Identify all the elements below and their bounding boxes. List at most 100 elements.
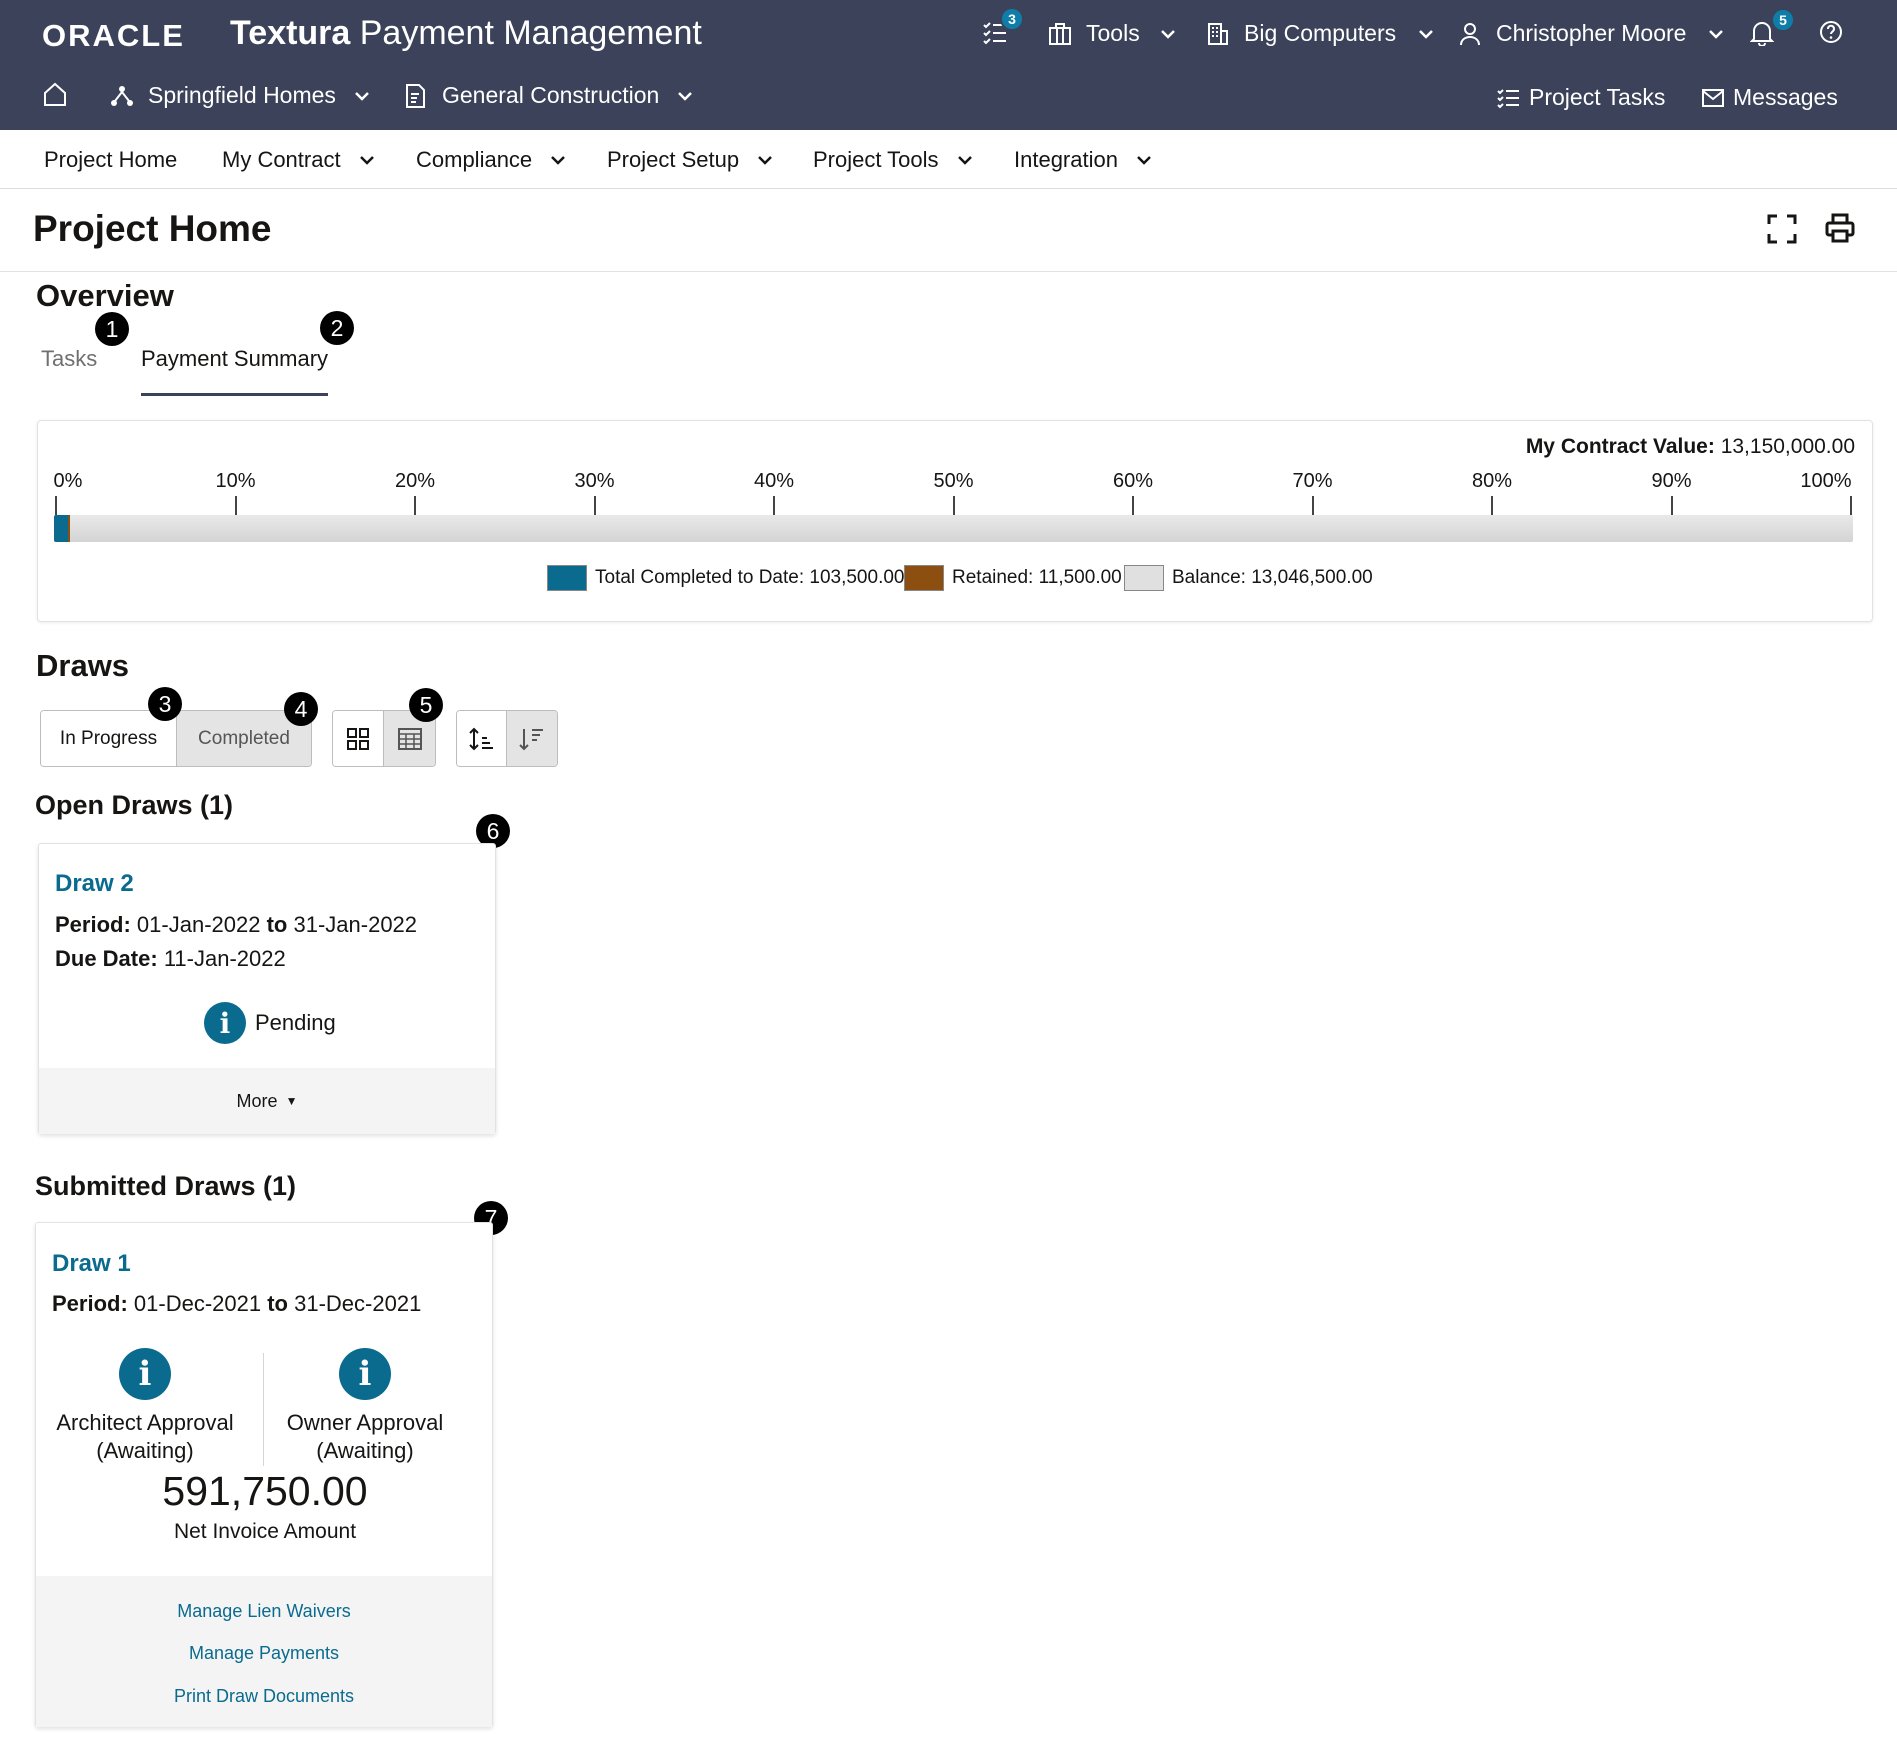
project-selector[interactable]: Springfield Homes (110, 82, 370, 109)
owner-approval: i Owner Approval (Awaiting) (266, 1348, 464, 1464)
company-menu[interactable]: Big Computers (1206, 20, 1434, 47)
axis-tick-label: 60% (1112, 470, 1154, 492)
callout-marker-2: 2 (320, 311, 354, 345)
owner-approval-status: (Awaiting) (316, 1438, 414, 1463)
nav-integration[interactable]: Integration (1014, 130, 1152, 189)
building-icon (1206, 22, 1230, 46)
fullscreen-button[interactable] (1767, 214, 1797, 244)
nav-project-tools-label: Project Tools (813, 146, 939, 172)
tasks-count-badge: 3 (1000, 7, 1024, 31)
axis-tick-label: 20% (394, 470, 436, 492)
draw-2-status: i Pending (204, 1002, 336, 1044)
draw-1-link[interactable]: Draw 1 (52, 1250, 131, 1278)
contract-selector[interactable]: General Construction (404, 82, 693, 109)
sort-ascending-button[interactable] (457, 711, 507, 766)
period-start: 01-Dec-2021 (133, 1291, 262, 1316)
axis-tick-label: 10% (215, 470, 256, 492)
manage-lien-waivers-link[interactable]: Manage Lien Waivers (36, 1601, 492, 1622)
sort-descending-button[interactable] (507, 711, 557, 766)
legend-completed-label: Total Completed to Date: 103,500.00 (595, 567, 905, 588)
project-tasks-link[interactable]: Project Tasks (1497, 84, 1665, 111)
open-draw-card-footer: More ▼ (39, 1068, 495, 1134)
approval-divider (263, 1353, 264, 1466)
period-label: Period: (55, 912, 131, 937)
legend-retained: Retained: 11,500.00 (904, 565, 1122, 591)
legend-balance-swatch (1124, 565, 1164, 591)
period-to: to (267, 1291, 288, 1316)
notifications-count-badge: 5 (1771, 8, 1795, 32)
callout-marker-4: 4 (284, 692, 318, 726)
chevron-down-icon (1136, 155, 1152, 165)
envelope-icon (1701, 88, 1725, 108)
draw-2-link[interactable]: Draw 2 (55, 870, 134, 898)
period-end: 31-Jan-2022 (293, 912, 418, 937)
axis-tick-mark (414, 496, 416, 515)
axis-tick-mark (55, 496, 57, 515)
user-menu[interactable]: Christopher Moore (1458, 20, 1724, 47)
app-title-bold: Textura (230, 14, 351, 52)
submitted-draws-heading: Submitted Draws (1) (35, 1171, 297, 1201)
project-network-icon (110, 84, 134, 108)
nav-my-contract[interactable]: My Contract (222, 130, 375, 189)
contract-value-label: My Contract Value: (1525, 435, 1715, 458)
contract-value: My Contract Value: 13,150,000.00 (1526, 435, 1855, 459)
notifications-button[interactable] (1750, 20, 1774, 46)
header-divider (0, 271, 1897, 272)
page-title: Project Home (33, 208, 272, 249)
filter-in-progress-label: In Progress (59, 727, 158, 749)
draws-heading: Draws (36, 648, 130, 683)
chevron-down-icon (550, 155, 566, 165)
expand-icon (1767, 214, 1797, 244)
project-name: Springfield Homes (148, 82, 336, 108)
messages-link[interactable]: Messages (1701, 84, 1838, 111)
tools-label: Tools (1086, 20, 1140, 46)
app-title-rest: Payment Management (350, 14, 702, 52)
axis-tick-label: 40% (753, 470, 795, 492)
print-button[interactable] (1825, 213, 1855, 243)
tab-payment-summary[interactable]: Payment Summary (141, 346, 328, 372)
period-start: 01-Jan-2022 (136, 912, 261, 937)
tools-menu[interactable]: Tools (1048, 20, 1176, 47)
progress-bar-track (54, 515, 1853, 542)
owner-approval-label: Owner Approval (286, 1410, 444, 1435)
toolbox-icon (1048, 22, 1072, 46)
legend-completed: Total Completed to Date: 103,500.00 (547, 565, 904, 591)
axis-tick-label: 30% (574, 470, 615, 492)
project-tasks-label: Project Tasks (1529, 84, 1666, 110)
oracle-logo: ORACLE (42, 18, 185, 53)
period-label: Period: (52, 1291, 128, 1316)
chevron-down-icon (354, 91, 370, 101)
nav-my-contract-label: My Contract (222, 146, 341, 172)
card-view-button[interactable] (333, 711, 384, 766)
user-icon (1458, 22, 1482, 46)
main-nav: Project Home My Contract Compliance Proj… (0, 130, 1897, 189)
architect-approval-label: Architect Approval (56, 1410, 234, 1435)
print-draw-documents-link[interactable]: Print Draw Documents (36, 1686, 492, 1707)
nav-compliance-label: Compliance (416, 146, 533, 172)
open-draws-heading: Open Draws (1) (35, 790, 234, 820)
nav-project-setup[interactable]: Project Setup (607, 130, 773, 189)
app-title: Textura Payment Management (230, 14, 702, 53)
axis-tick-label: 90% (1651, 470, 1692, 492)
chevron-down-icon (1160, 29, 1176, 39)
tab-tasks[interactable]: Tasks (41, 346, 97, 372)
callout-marker-1: 1 (95, 312, 129, 346)
sort-descending-icon (519, 726, 545, 752)
manage-payments-link[interactable]: Manage Payments (36, 1643, 492, 1664)
axis-tick-mark (1311, 496, 1314, 515)
home-button[interactable] (42, 82, 68, 106)
chevron-down-icon (677, 91, 693, 101)
task-list-icon (1497, 87, 1521, 109)
nav-project-home[interactable]: Project Home (44, 130, 177, 189)
more-menu-button[interactable]: More ▼ (39, 1068, 495, 1134)
messages-label: Messages (1733, 84, 1838, 110)
help-button[interactable] (1819, 20, 1843, 44)
chevron-down-icon (1708, 29, 1724, 39)
axis-tick-label: 0% (53, 470, 83, 492)
net-invoice-label: Net Invoice Amount (173, 1520, 357, 1543)
nav-project-tools[interactable]: Project Tools (813, 130, 973, 189)
sort-ascending-icon (468, 726, 495, 752)
legend-retained-label: Retained: 11,500.00 (952, 567, 1122, 588)
nav-compliance[interactable]: Compliance (416, 130, 566, 189)
axis-tick-mark (593, 496, 596, 515)
